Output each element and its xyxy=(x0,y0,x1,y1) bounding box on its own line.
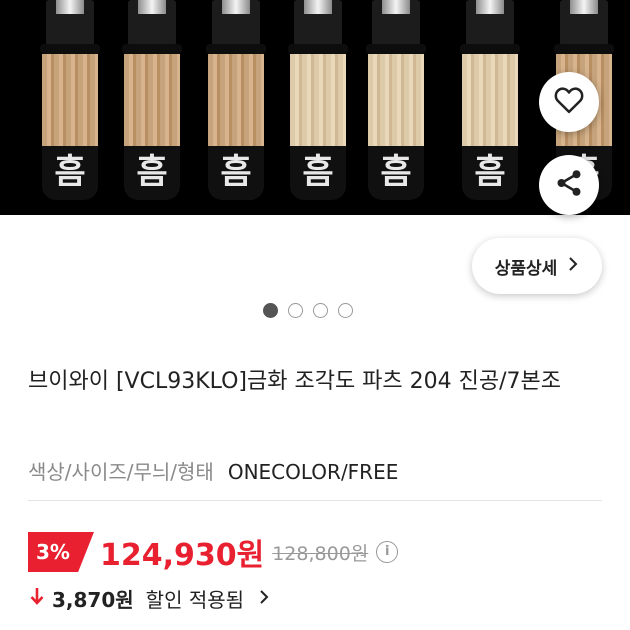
chisel-handle: 흠 xyxy=(288,0,348,200)
share-icon xyxy=(554,168,584,202)
chevron-right-icon xyxy=(258,586,270,610)
handle-glyph: 흠 xyxy=(220,152,252,192)
product-option: 색상/사이즈/무늬/형태 ONECOLOR/FREE xyxy=(28,456,398,485)
product-image[interactable]: 흠 흠 흠 흠 흠 흠 흠 xyxy=(0,0,630,215)
chisel-handle: 흠 xyxy=(122,0,182,200)
heart-icon xyxy=(554,86,584,118)
info-icon[interactable]: i xyxy=(376,541,399,563)
down-arrow-icon xyxy=(30,586,44,610)
chisel-handle: 흠 xyxy=(206,0,266,200)
chevron-right-icon xyxy=(567,256,579,277)
option-value: ONECOLOR/FREE xyxy=(227,460,399,484)
chisel-handle: 흠 xyxy=(366,0,426,200)
product-detail-button[interactable]: 상품상세 xyxy=(472,238,602,294)
carousel-dot[interactable] xyxy=(338,303,353,318)
discount-badge: 3% xyxy=(28,532,94,572)
share-button[interactable] xyxy=(539,155,599,215)
discount-detail-row[interactable]: 3,870원 할인 적용됨 xyxy=(30,582,270,614)
original-price: 128,800원 xyxy=(272,542,369,565)
carousel-dot[interactable] xyxy=(263,303,278,318)
divider xyxy=(28,500,602,501)
handle-glyph: 흠 xyxy=(474,152,506,192)
chisel-handle: 흠 xyxy=(460,0,520,200)
carousel-dot[interactable] xyxy=(313,303,328,318)
like-button[interactable] xyxy=(539,72,599,132)
product-detail-label: 상품상세 xyxy=(494,258,558,279)
handle-glyph: 흠 xyxy=(302,152,334,192)
carousel-dot[interactable] xyxy=(288,303,303,318)
handle-glyph: 흠 xyxy=(136,152,168,192)
option-label: 색상/사이즈/무늬/형태 xyxy=(28,460,214,484)
sale-price: 124,930원 xyxy=(99,538,265,573)
price-row: 3% 124,930원 128,800원 i xyxy=(28,530,399,574)
discount-amount: 3,870원 xyxy=(52,587,134,612)
product-title: 브이와이 [VCL93KLO]금화 조각도 파츠 204 진공/7본조 xyxy=(28,369,562,394)
handle-glyph: 흠 xyxy=(54,152,86,192)
carousel-indicator xyxy=(263,303,353,318)
handle-glyph: 흠 xyxy=(380,152,412,192)
chisel-handle: 흠 xyxy=(40,0,100,200)
discount-applied-text: 할인 적용됨 xyxy=(145,587,245,612)
